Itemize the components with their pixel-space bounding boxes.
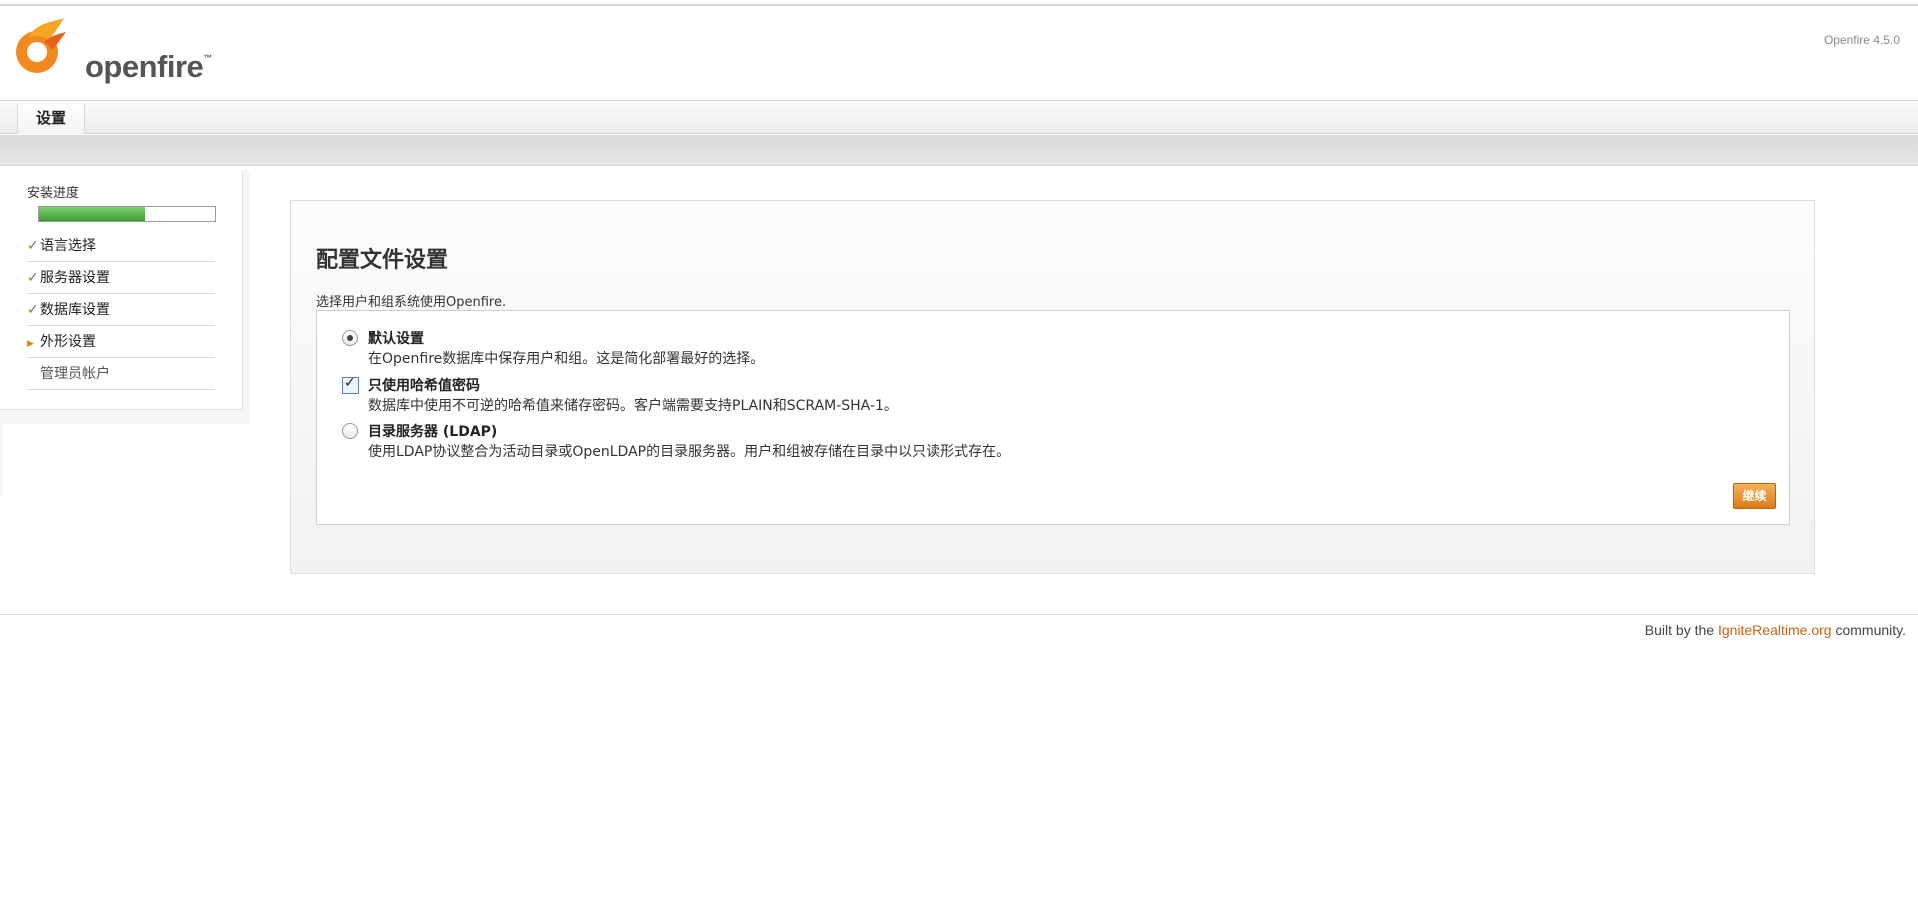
sidebar-item-database: ✓数据库设置: [27, 294, 215, 326]
sidebar-item-admin-account: 管理员帐户: [27, 358, 215, 390]
tab-bar: 设置: [0, 101, 1918, 134]
option-title[interactable]: 只使用哈希值密码: [368, 375, 480, 395]
sidebar-item-label: 数据库设置: [40, 302, 110, 318]
sub-nav-bar: [0, 135, 1918, 166]
option-title[interactable]: 目录服务器 (LDAP): [368, 421, 497, 441]
progress-fill: [39, 207, 145, 221]
install-progress-bar: [38, 206, 216, 222]
continue-button[interactable]: 继续: [1733, 483, 1776, 509]
sidebar-item-profile: ▶ 外形设置: [27, 326, 215, 358]
option-description: 在Openfire数据库中保存用户和组。这是简化部署最好的选择。: [368, 351, 765, 367]
check-icon: ✓: [27, 238, 39, 254]
profile-options-box: 默认设置 在Openfire数据库中保存用户和组。这是简化部署最好的选择。 ✓ …: [316, 310, 1790, 525]
check-icon: ✓: [27, 302, 39, 318]
option-description: 数据库中使用不可逆的哈希值来储存密码。客户端需要支持PLAIN和SCRAM-SH…: [368, 398, 898, 414]
hashed-passwords-checkbox[interactable]: ✓: [342, 375, 359, 394]
main-panel: 配置文件设置 选择用户和组系统使用Openfire. 默认设置 在Openfir…: [290, 200, 1815, 574]
tab-setup[interactable]: 设置: [17, 104, 85, 134]
footer: Built by the IgniteRealtime.org communit…: [1645, 622, 1906, 638]
page-title: 配置文件设置: [316, 248, 449, 273]
sidebar-item-language: ✓语言选择: [27, 230, 215, 262]
logo-wordmark: openfire™: [85, 49, 212, 84]
progress-label: 安装进度: [27, 186, 80, 201]
check-icon: ✓: [27, 270, 39, 286]
sidebar-item-label: 管理员帐户: [40, 366, 110, 382]
sidebar: 安装进度 ✓语言选择 ✓服务器设置 ✓数据库设置 ▶ 外形设置 管理员帐户: [0, 170, 250, 424]
sidebar-edge: [0, 424, 3, 496]
footer-suffix: community.: [1831, 622, 1906, 638]
option-title[interactable]: 默认设置: [368, 328, 424, 348]
sidebar-item-server: ✓服务器设置: [27, 262, 215, 294]
sidebar-item-label: 外形设置: [40, 334, 96, 350]
ldap-radio[interactable]: [342, 423, 358, 439]
footer-prefix: Built by the: [1644, 622, 1718, 638]
sidebar-panel: 安装进度 ✓语言选择 ✓服务器设置 ✓数据库设置 ▶ 外形设置 管理员帐户: [0, 170, 243, 410]
header: openfire™ Openfire 4.5.0: [0, 6, 1918, 101]
checkmark-icon: ✓: [344, 375, 356, 391]
igniterealtime-link[interactable]: IgniteRealtime.org: [1718, 622, 1832, 638]
version-label: Openfire 4.5.0: [1823, 33, 1900, 47]
logo: openfire™: [10, 16, 212, 84]
sidebar-item-label: 服务器设置: [40, 270, 110, 286]
page-description: 选择用户和组系统使用Openfire.: [316, 295, 507, 310]
default-radio[interactable]: [342, 330, 358, 346]
sidebar-item-label: 语言选择: [40, 238, 96, 254]
openfire-flame-icon: [16, 18, 66, 73]
option-description: 使用LDAP协议整合为活动目录或OpenLDAP的目录服务器。用户和组被存储在目…: [368, 444, 1011, 460]
footer-divider: [0, 614, 1918, 615]
current-step-arrow-icon: ▶: [27, 339, 34, 349]
